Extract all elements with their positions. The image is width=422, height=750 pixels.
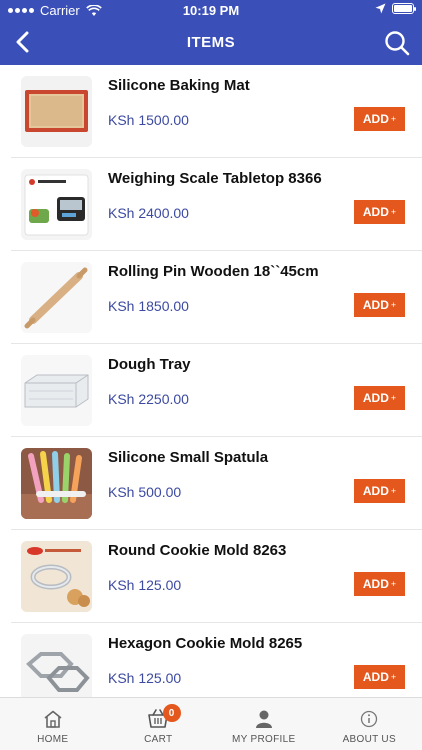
items-list[interactable]: Silicone Baking Mat KSh 1500.00 ADD + We…: [0, 65, 422, 697]
tab-home-label: HOME: [37, 734, 69, 745]
item-price: KSh 125.00: [108, 577, 182, 593]
product-image: [21, 448, 92, 519]
list-item[interactable]: Silicone Small Spatula KSh 500.00 ADD +: [11, 437, 422, 530]
add-label: ADD: [362, 670, 389, 684]
add-label: ADD: [362, 298, 389, 312]
list-item[interactable]: Hexagon Cookie Mold 8265 KSh 125.00 ADD …: [11, 623, 422, 697]
item-name: Rolling Pin Wooden 18``45cm: [108, 263, 319, 280]
item-name: Dough Tray: [108, 356, 191, 373]
info-icon: [361, 710, 378, 728]
item-price: KSh 2400.00: [108, 205, 189, 221]
status-right: [375, 3, 416, 14]
item-name: Silicone Small Spatula: [108, 449, 269, 466]
plus-icon: +: [390, 207, 397, 217]
tab-cart-label: CART: [144, 734, 173, 745]
cart-count-badge: 0: [162, 704, 181, 722]
add-label: ADD: [362, 112, 389, 126]
item-price: KSh 2250.00: [108, 391, 189, 407]
product-image: [21, 262, 92, 333]
add-label: ADD: [362, 205, 389, 219]
product-image: [21, 634, 92, 697]
list-item[interactable]: Round Cookie Mold 8263 KSh 125.00 ADD +: [11, 530, 422, 623]
battery-icon: [392, 3, 416, 14]
product-image: [21, 541, 92, 612]
add-button[interactable]: ADD +: [354, 200, 405, 224]
plus-icon: +: [390, 300, 397, 310]
plus-icon: +: [390, 114, 397, 124]
item-price: KSh 500.00: [108, 484, 182, 500]
add-button[interactable]: ADD +: [354, 665, 405, 689]
tab-home[interactable]: HOME: [0, 698, 106, 750]
tab-cart[interactable]: CART 0: [106, 698, 212, 750]
item-name: Weighing Scale Tabletop 8366: [108, 170, 322, 187]
app-header: Carrier 10:19 PM ITEMS: [0, 0, 422, 65]
add-label: ADD: [362, 577, 389, 591]
nav-bar: ITEMS: [0, 20, 422, 65]
item-price: KSh 1850.00: [108, 298, 189, 314]
profile-icon: [255, 710, 272, 728]
product-image: [21, 169, 92, 240]
add-button[interactable]: ADD +: [354, 293, 405, 317]
tab-about-us-label: ABOUT US: [342, 734, 396, 745]
location-arrow-icon: [375, 3, 386, 14]
plus-icon: +: [390, 393, 397, 403]
add-button[interactable]: ADD +: [354, 572, 405, 596]
plus-icon: +: [390, 672, 397, 682]
list-item[interactable]: Rolling Pin Wooden 18``45cm KSh 1850.00 …: [11, 251, 422, 344]
plus-icon: +: [390, 579, 397, 589]
item-name: Round Cookie Mold 8263: [108, 542, 287, 559]
search-icon: [385, 31, 410, 56]
list-item[interactable]: Weighing Scale Tabletop 8366 KSh 2400.00…: [11, 158, 422, 251]
add-button[interactable]: ADD +: [354, 479, 405, 503]
search-button[interactable]: [380, 26, 414, 60]
status-time: 10:19 PM: [182, 3, 240, 18]
tab-my-profile-label: MY PROFILE: [232, 734, 296, 745]
page-title: ITEMS: [186, 34, 236, 51]
item-name: Silicone Baking Mat: [108, 77, 250, 94]
product-image: [21, 355, 92, 426]
tab-my-profile[interactable]: MY PROFILE: [211, 698, 317, 750]
status-bar: Carrier 10:19 PM: [0, 0, 422, 20]
home-icon: [44, 710, 62, 728]
add-label: ADD: [362, 484, 389, 498]
list-item[interactable]: Dough Tray KSh 2250.00 ADD +: [11, 344, 422, 437]
tab-about-us[interactable]: ABOUT US: [317, 698, 422, 750]
add-button[interactable]: ADD +: [354, 386, 405, 410]
tab-bar: HOME CART 0 MY PROFILE ABOUT US: [0, 697, 422, 750]
add-button[interactable]: ADD +: [354, 107, 405, 131]
item-price: KSh 125.00: [108, 670, 182, 686]
add-label: ADD: [362, 391, 389, 405]
item-price: KSh 1500.00: [108, 112, 189, 128]
list-item[interactable]: Silicone Baking Mat KSh 1500.00 ADD +: [11, 65, 422, 158]
plus-icon: +: [390, 486, 397, 496]
item-name: Hexagon Cookie Mold 8265: [108, 635, 303, 652]
product-image: [21, 76, 92, 147]
